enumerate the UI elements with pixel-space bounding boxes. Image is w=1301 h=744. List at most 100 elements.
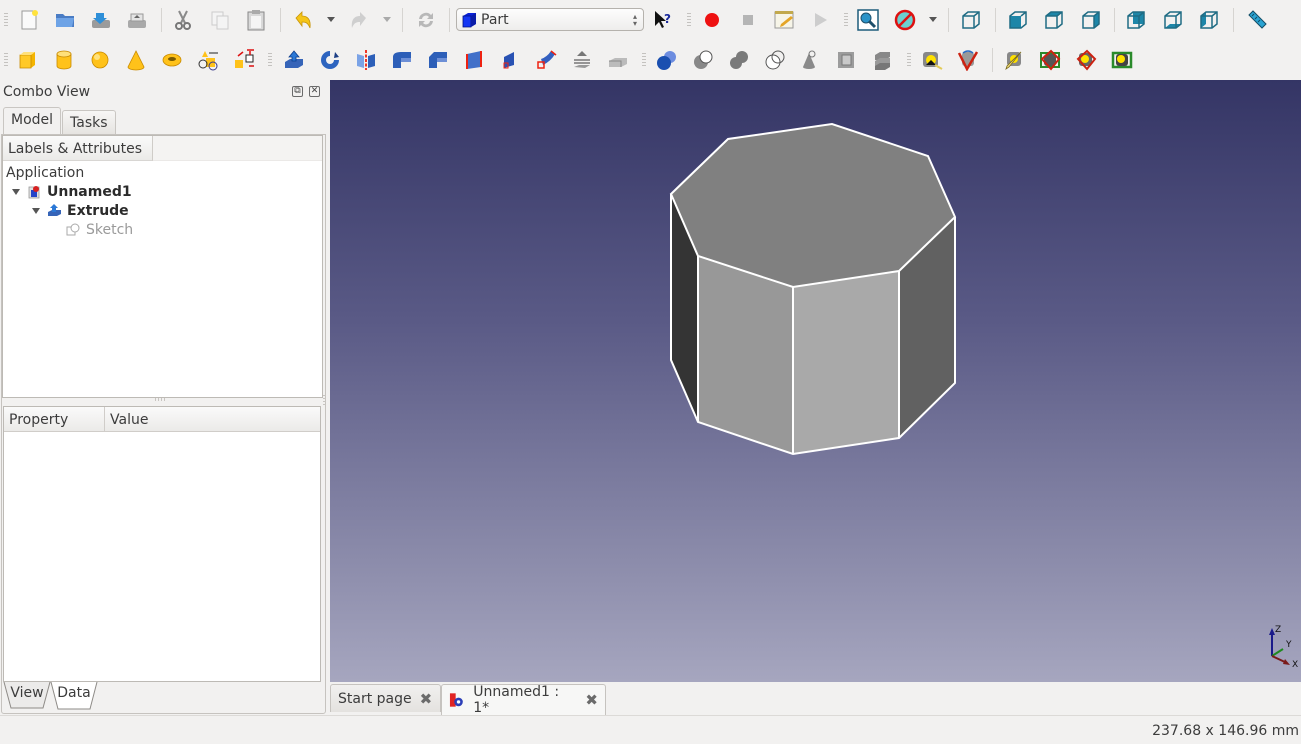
offset-icon[interactable] [835, 48, 859, 72]
cut-boolean-icon[interactable] [691, 48, 715, 72]
tree-header-labels[interactable]: Labels & Attributes [3, 136, 153, 161]
box-icon[interactable] [16, 48, 40, 72]
close-tab-icon[interactable]: ✖ [585, 691, 598, 709]
workbench-selector-value: Part [481, 11, 509, 28]
sphere-icon[interactable] [88, 48, 112, 72]
save-icon[interactable] [89, 8, 113, 32]
tree-item-unnamed1[interactable]: Unnamed1 [12, 182, 132, 201]
sweep-icon[interactable] [570, 48, 594, 72]
tree-item-sketch[interactable]: Sketch [66, 220, 133, 239]
redo-icon[interactable] [347, 8, 371, 32]
property-table: Property Value [3, 406, 321, 682]
panel-splitter[interactable] [323, 395, 326, 407]
status-dimensions: 237.68 x 146.96 mm [1152, 723, 1299, 739]
expand-arrow-icon[interactable] [32, 207, 40, 214]
common-icon[interactable] [763, 48, 787, 72]
doc-tab-start-page[interactable]: Start page ✖ [330, 684, 441, 712]
prism-face-front-right [793, 271, 899, 454]
measure-angular-icon[interactable] [956, 48, 980, 72]
part-toolbar [0, 40, 1301, 80]
paste-icon[interactable] [244, 8, 268, 32]
cylinder-icon[interactable] [52, 48, 76, 72]
macro-edit-icon[interactable] [772, 8, 796, 32]
cut-icon[interactable] [171, 8, 195, 32]
fuse-icon[interactable] [727, 48, 751, 72]
make-face-icon[interactable] [462, 48, 486, 72]
measure-linear-icon[interactable] [920, 48, 944, 72]
whats-this-icon[interactable]: ? [650, 8, 674, 32]
axis-label-y: Y [1285, 640, 1292, 650]
save-as-icon[interactable] [125, 8, 149, 32]
thickness-icon[interactable] [871, 48, 895, 72]
extrude-icon [48, 204, 61, 216]
revolve-icon[interactable] [318, 48, 342, 72]
tree-item-extrude[interactable]: Extrude [32, 201, 129, 220]
measure-distance-icon[interactable] [1245, 8, 1269, 32]
view-rear-icon[interactable] [1124, 8, 1148, 32]
cone-icon[interactable] [124, 48, 148, 72]
mirror-icon[interactable] [354, 48, 378, 72]
column-header-value[interactable]: Value [105, 407, 319, 432]
macro-stop-icon[interactable] [736, 8, 760, 32]
chamfer-icon[interactable] [426, 48, 450, 72]
expand-arrow-icon[interactable] [12, 188, 20, 195]
ruled-surface-icon[interactable] [498, 48, 522, 72]
extrude-icon[interactable] [282, 48, 306, 72]
tab-view[interactable]: View [3, 682, 51, 709]
macro-record-icon[interactable] [700, 8, 724, 32]
view-front-icon[interactable] [1006, 8, 1030, 32]
view-isometric-icon[interactable] [959, 8, 983, 32]
fillet-icon[interactable] [390, 48, 414, 72]
undo-icon[interactable] [291, 8, 315, 32]
redo-dropdown-arrow[interactable] [383, 17, 391, 22]
loft-icon[interactable] [534, 48, 558, 72]
draw-style-icon[interactable] [893, 8, 917, 32]
boolean-icon[interactable] [655, 48, 679, 72]
section-icon[interactable] [606, 48, 630, 72]
toolbar-grip[interactable] [4, 13, 8, 27]
cross-sections-icon[interactable] [799, 48, 823, 72]
3d-viewport[interactable]: Z Y X [330, 80, 1301, 682]
tree-property-splitter[interactable] [155, 398, 167, 401]
undo-dropdown-arrow[interactable] [327, 17, 335, 22]
new-document-icon[interactable] [17, 8, 41, 32]
torus-icon[interactable] [160, 48, 184, 72]
view-right-icon[interactable] [1079, 8, 1103, 32]
freecad-document-icon [449, 693, 463, 707]
view-bottom-icon[interactable] [1161, 8, 1185, 32]
draw-style-dropdown-arrow[interactable] [929, 17, 937, 22]
status-bar: 237.68 x 146.96 mm [0, 715, 1301, 744]
measure-toggle-all-icon[interactable] [1074, 48, 1098, 72]
view-top-icon[interactable] [1042, 8, 1066, 32]
primitives-icon[interactable] [196, 48, 220, 72]
octagonal-prism-model[interactable] [330, 80, 1301, 682]
main-toolbar: Part ▴ ▾ ? [0, 0, 1301, 40]
view-left-icon[interactable] [1197, 8, 1221, 32]
refresh-icon[interactable] [414, 8, 438, 32]
macro-run-icon[interactable] [808, 8, 832, 32]
close-tab-icon[interactable]: ✖ [420, 690, 433, 708]
tab-data[interactable]: Data [50, 682, 98, 710]
measure-clear-all-icon[interactable] [1038, 48, 1062, 72]
axis-label-x: X [1292, 660, 1298, 668]
axis-label-z: Z [1275, 625, 1281, 635]
close-panel-icon[interactable]: ✕ [309, 86, 320, 97]
shape-builder-icon[interactable] [232, 48, 256, 72]
measure-toggle-3d-icon[interactable] [1110, 48, 1134, 72]
float-panel-icon[interactable]: ⧉ [292, 86, 303, 97]
copy-icon[interactable] [208, 8, 232, 32]
column-header-property[interactable]: Property [4, 407, 105, 432]
measure-refresh-icon[interactable] [1002, 48, 1026, 72]
fit-all-icon[interactable] [856, 8, 880, 32]
combo-view-title: Combo View [3, 84, 91, 100]
document-tabs: Start page ✖ Unnamed1 : 1* ✖ [330, 682, 1301, 716]
axis-cross-icon: Z Y X [1269, 625, 1298, 668]
toolbar-grip[interactable] [4, 53, 8, 67]
tree-root-application[interactable]: Application [6, 163, 84, 182]
workbench-selector[interactable]: Part ▴ ▾ [456, 8, 644, 31]
doc-tab-unnamed1[interactable]: Unnamed1 : 1* ✖ [441, 684, 606, 716]
tab-tasks[interactable]: Tasks [62, 110, 116, 134]
tab-model[interactable]: Model [3, 107, 62, 135]
open-folder-icon[interactable] [53, 8, 77, 32]
part-cube-icon [462, 12, 476, 27]
